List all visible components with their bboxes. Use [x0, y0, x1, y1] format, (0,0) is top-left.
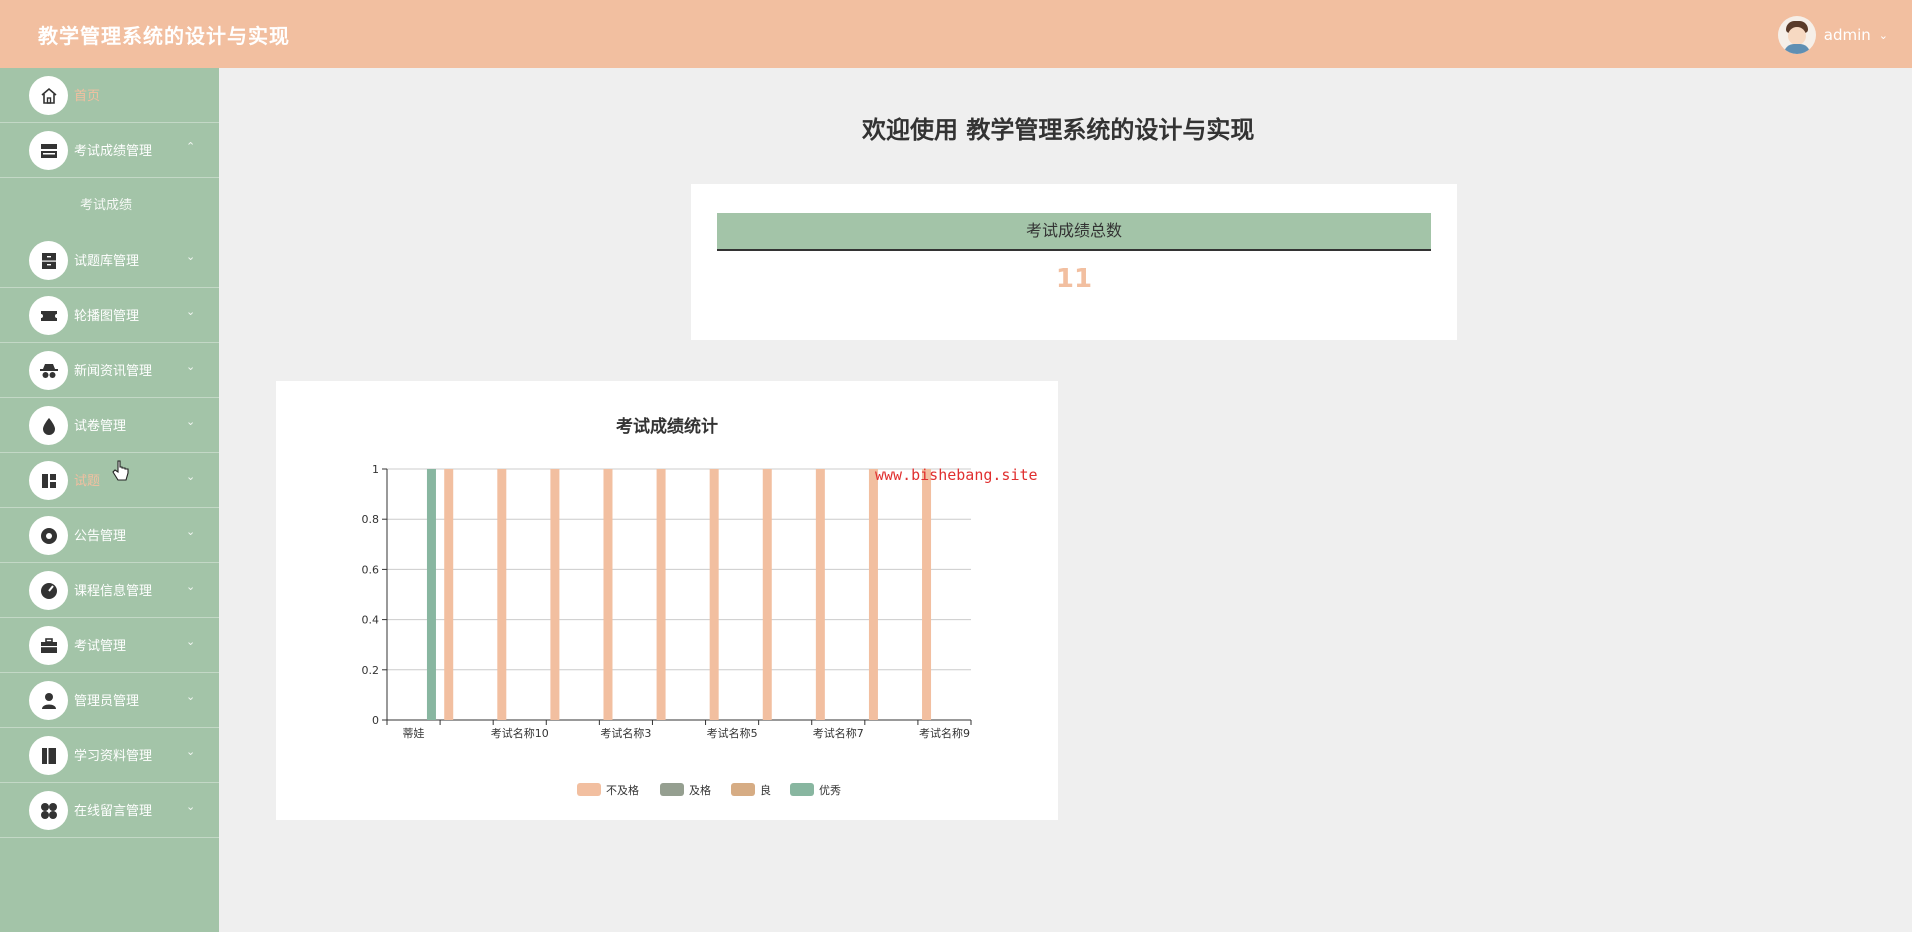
- sidebar-item-5[interactable]: 试卷管理 ⌄: [0, 398, 219, 453]
- bar-不及格: [497, 469, 507, 720]
- bar-优秀: [426, 469, 436, 720]
- sidebar-item-label: 试题: [74, 474, 101, 489]
- sidebar-item-label: 试卷管理: [74, 419, 127, 434]
- top-bar: 教学管理系统的设计与实现 admin ⌄: [0, 0, 1912, 68]
- y-tick-label: 0.2: [362, 664, 380, 677]
- x-tick-label: 蒂娃: [403, 727, 425, 740]
- sidebar-item-7[interactable]: 公告管理 ⌄: [0, 508, 219, 563]
- drop-icon: [29, 406, 68, 445]
- sidebar-item-6[interactable]: 试题 ⌄: [0, 453, 219, 508]
- bar-不及格: [709, 469, 719, 720]
- clover-icon: [29, 791, 68, 830]
- x-tick-label: 考试名称10: [491, 726, 549, 740]
- total-card-title: 考试成绩总数: [717, 213, 1431, 251]
- bar-不及格: [762, 469, 772, 720]
- legend-swatch: [660, 783, 684, 796]
- chevron-down-icon[interactable]: ⌄: [186, 690, 195, 703]
- bar-不及格: [550, 469, 560, 720]
- sidebar-item-8[interactable]: 课程信息管理 ⌄: [0, 563, 219, 618]
- y-tick-label: 1: [372, 463, 379, 476]
- y-tick-label: 0.8: [362, 513, 380, 526]
- chevron-down-icon[interactable]: ⌄: [1879, 29, 1888, 42]
- home-icon: [29, 76, 68, 115]
- gauge-icon: [29, 571, 68, 610]
- x-tick-label: 考试名称7: [813, 726, 864, 740]
- chevron-down-icon[interactable]: ⌄: [186, 470, 195, 483]
- sidebar-item-label: 课程信息管理: [74, 584, 153, 599]
- sidebar-item-label: 新闻资讯管理: [74, 364, 153, 379]
- watermark: www.bishebang.site: [875, 466, 1038, 484]
- total-card: 考试成绩总数 11: [691, 184, 1457, 340]
- sidebar-item-label: 学习资料管理: [74, 749, 153, 764]
- bar-不及格: [656, 469, 666, 720]
- person-icon: [29, 681, 68, 720]
- legend-label: 良: [760, 783, 771, 797]
- y-tick-label: 0: [372, 714, 379, 727]
- sidebar-item-label: 管理员管理: [74, 694, 140, 709]
- chevron-down-icon[interactable]: ⌄: [186, 415, 195, 428]
- legend-label: 不及格: [606, 783, 639, 797]
- chevron-up-icon[interactable]: ⌃: [186, 140, 195, 153]
- sidebar-item-label: 考试管理: [74, 639, 127, 654]
- sidebar-item-12[interactable]: 在线留言管理 ⌄: [0, 783, 219, 838]
- chart-panel: 考试成绩统计 0 0.2 0.4 0.6 0.8 1 蒂娃 考试名称10 考试名称3 考试名称5 考…: [276, 381, 1058, 820]
- book-icon: [29, 736, 68, 775]
- target-icon: [29, 516, 68, 555]
- sidebar-item-1[interactable]: 考试成绩管理 ⌃: [0, 123, 219, 178]
- sidebar-item-9[interactable]: 考试管理 ⌄: [0, 618, 219, 673]
- chevron-down-icon[interactable]: ⌄: [186, 800, 195, 813]
- chevron-down-icon[interactable]: ⌄: [186, 745, 195, 758]
- legend-swatch: [790, 783, 814, 796]
- chevron-down-icon[interactable]: ⌄: [186, 580, 195, 593]
- briefcase-icon: [29, 626, 68, 665]
- x-tick-label: 考试名称9: [919, 726, 970, 740]
- chevron-down-icon[interactable]: ⌄: [186, 360, 195, 373]
- sidebar-item-2[interactable]: 试题库管理 ⌄: [0, 233, 219, 288]
- sidebar-item-label: 轮播图管理: [74, 309, 140, 324]
- chevron-down-icon[interactable]: ⌄: [186, 305, 195, 318]
- app-title: 教学管理系统的设计与实现: [38, 24, 290, 48]
- spy-icon: [29, 351, 68, 390]
- sidebar-item-label: 在线留言管理: [74, 804, 153, 819]
- username[interactable]: admin: [1824, 26, 1871, 44]
- avatar[interactable]: [1777, 16, 1816, 54]
- legend-label: 优秀: [819, 784, 841, 797]
- x-tick-label: 考试名称3: [600, 726, 651, 740]
- bar-不及格: [868, 469, 878, 720]
- ticket-icon: [29, 296, 68, 335]
- legend-swatch: [731, 783, 755, 796]
- y-tick-label: 0.6: [362, 563, 380, 576]
- chevron-down-icon[interactable]: ⌄: [186, 525, 195, 538]
- bar-不及格: [815, 469, 825, 720]
- page-title: 欢迎使用 教学管理系统的设计与实现: [862, 116, 1255, 144]
- sidebar-item-label: 试题库管理: [74, 254, 140, 269]
- legend-label: 及格: [689, 783, 711, 797]
- sidebar-item-4[interactable]: 新闻资讯管理 ⌄: [0, 343, 219, 398]
- bar-不及格: [922, 469, 932, 720]
- sidebar-item-10[interactable]: 管理员管理 ⌄: [0, 673, 219, 728]
- hand-cursor-icon: [112, 460, 129, 481]
- cabinet-icon: [29, 241, 68, 280]
- sidebar-item-label: 首页: [74, 89, 101, 104]
- exam-score-chart: 0 0.2 0.4 0.6 0.8 1 蒂娃 考试名称10 考试名称3 考试名称5 考试名称7 考试名…: [362, 463, 972, 797]
- sidebar-item-3[interactable]: 轮播图管理 ⌄: [0, 288, 219, 343]
- chevron-down-icon[interactable]: ⌄: [186, 250, 195, 263]
- chevron-down-icon[interactable]: ⌄: [186, 635, 195, 648]
- sidebar-item-label: 考试成绩管理: [74, 144, 153, 159]
- sidebar-item-label: 公告管理: [74, 529, 127, 544]
- sidebar-item-11[interactable]: 学习资料管理 ⌄: [0, 728, 219, 783]
- y-tick-label: 0.4: [362, 614, 380, 627]
- legend-swatch: [577, 783, 601, 796]
- x-tick-label: 考试名称5: [707, 726, 758, 740]
- sidebar-subitem-exam-scores[interactable]: 考试成绩: [80, 194, 132, 213]
- user-menu[interactable]: admin ⌄: [1777, 16, 1888, 54]
- bar-不及格: [603, 469, 613, 720]
- sidebar: 首页 考试成绩管理 ⌃ 试题库管理 ⌄ 轮播图管理 ⌄ 新闻资讯管理 ⌄ 试卷管理 ⌄ 试题 ⌄ 公告管理…: [0, 68, 219, 932]
- list-icon: [29, 131, 68, 170]
- total-card-value: 11: [1055, 264, 1093, 294]
- bar-不及格: [444, 469, 454, 720]
- layout-icon: [29, 461, 68, 500]
- sidebar-item-0[interactable]: 首页: [0, 68, 219, 123]
